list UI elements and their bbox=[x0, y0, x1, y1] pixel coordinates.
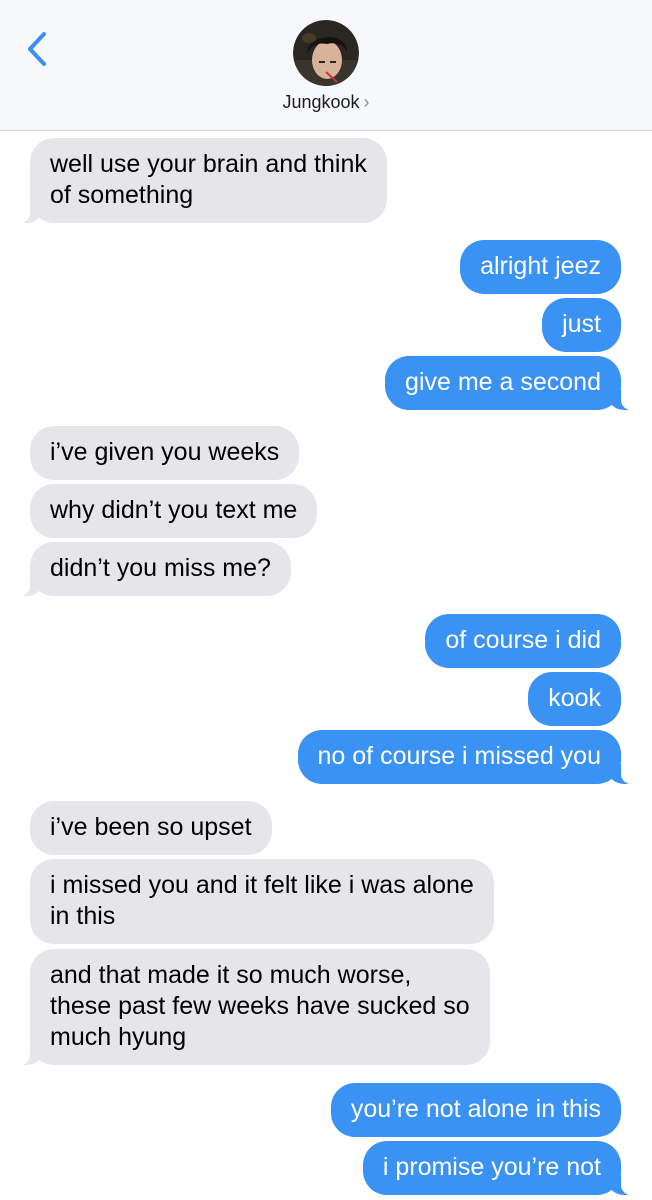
received-message-bubble[interactable]: i missed you and it felt like i was alon… bbox=[30, 859, 494, 944]
sent-message-bubble[interactable]: just bbox=[542, 298, 621, 352]
sent-message-bubble[interactable]: alright jeez bbox=[460, 240, 621, 294]
sent-message-bubble[interactable]: of course i did bbox=[425, 614, 621, 668]
sent-message-bubble[interactable]: i promise you’re not bbox=[362, 1141, 635, 1195]
received-message-bubble[interactable]: well use your brain and think of somethin… bbox=[17, 138, 387, 223]
sent-message-bubble[interactable]: no of course i missed you bbox=[297, 730, 635, 784]
sent-message-bubble[interactable]: give me a second bbox=[385, 356, 634, 410]
message-thread: well use your brain and think of somethin… bbox=[0, 0, 652, 1200]
sent-message-bubble[interactable]: you’re not alone in this bbox=[330, 1083, 621, 1137]
received-message-bubble[interactable]: why didn’t you text me bbox=[30, 484, 318, 538]
sent-message-bubble[interactable]: kook bbox=[528, 672, 621, 726]
received-message-bubble[interactable]: and that made it so much worse, these pas… bbox=[17, 949, 490, 1065]
received-message-bubble[interactable]: i’ve given you weeks bbox=[30, 426, 300, 480]
received-message-bubble[interactable]: i’ve been so upset bbox=[30, 801, 272, 855]
received-message-bubble[interactable]: didn’t you miss me? bbox=[17, 542, 291, 596]
